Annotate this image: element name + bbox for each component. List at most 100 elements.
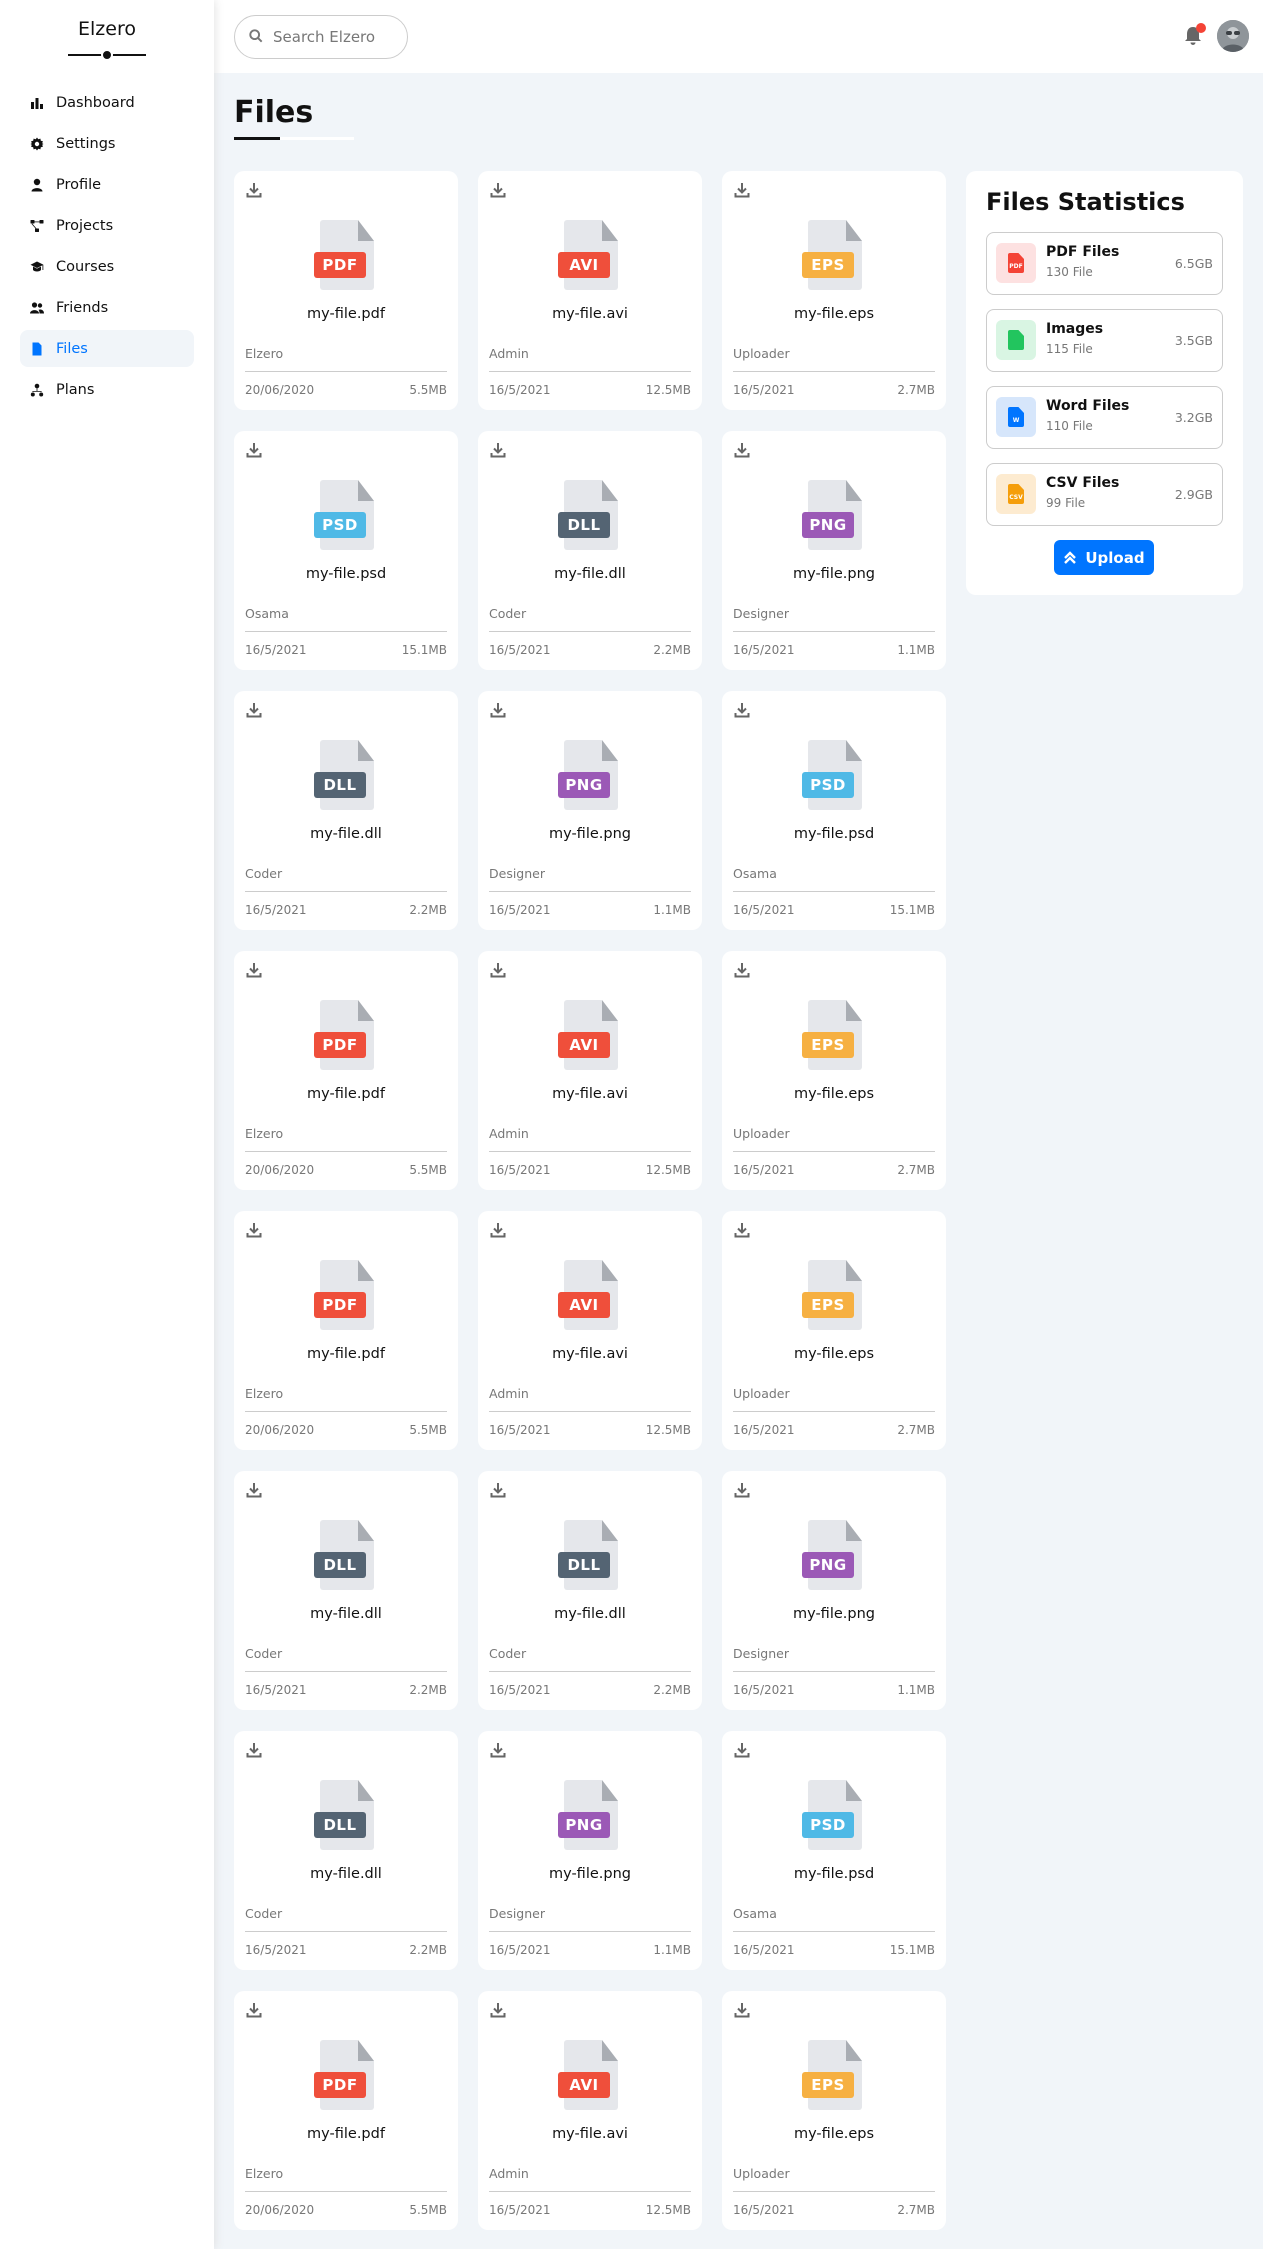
file-type-icon: PDF [314,1000,374,1070]
file-card[interactable]: EPS my-file.eps Uploader 16/5/2021 2.7MB [722,1991,946,2230]
card-divider [245,631,447,632]
download-icon[interactable] [246,442,262,458]
file-extension-badge: PNG [558,772,610,798]
download-icon[interactable] [734,962,750,978]
file-card[interactable]: DLL my-file.dll Coder 16/5/2021 2.2MB [234,1471,458,1710]
sidebar-item-settings[interactable]: Settings [20,125,194,162]
sidebar-item-plans[interactable]: Plans [20,371,194,408]
download-icon[interactable] [246,1742,262,1758]
upload-button[interactable]: Upload [1054,540,1154,575]
file-card[interactable]: AVI my-file.avi Admin 16/5/2021 12.5MB [478,951,702,1190]
card-divider [489,1411,691,1412]
file-name: my-file.pdf [307,1346,385,1362]
file-card[interactable]: PDF my-file.pdf Elzero 20/06/2020 5.5MB [234,171,458,410]
file-date: 16/5/2021 [489,1683,551,1697]
download-icon[interactable] [734,1222,750,1238]
download-icon[interactable] [490,702,506,718]
file-card[interactable]: EPS my-file.eps Uploader 16/5/2021 2.7MB [722,1211,946,1450]
file-date: 16/5/2021 [489,1163,551,1177]
download-icon[interactable] [734,1742,750,1758]
sidebar-item-label: Plans [56,381,95,398]
file-card[interactable]: EPS my-file.eps Uploader 16/5/2021 2.7MB [722,171,946,410]
file-card[interactable]: PDF my-file.pdf Elzero 20/06/2020 5.5MB [234,1991,458,2230]
file-extension-badge: EPS [802,1032,854,1058]
file-card[interactable]: DLL my-file.dll Coder 16/5/2021 2.2MB [478,1471,702,1710]
file-size: 2.2MB [653,1683,691,1697]
download-icon[interactable] [734,182,750,198]
sidebar-item-dashboard[interactable]: Dashboard [20,84,194,121]
file-card[interactable]: PSD my-file.psd Osama 16/5/2021 15.1MB [722,1731,946,1970]
avatar[interactable] [1217,20,1249,52]
file-card[interactable]: PDF my-file.pdf Elzero 20/06/2020 5.5MB [234,1211,458,1450]
file-card[interactable]: PNG my-file.png Designer 16/5/2021 1.1MB [478,691,702,930]
file-extension-badge: PDF [314,1032,366,1058]
file-extension-badge: PSD [802,1812,854,1838]
file-type-icon: AVI [558,1260,618,1330]
file-card[interactable]: PNG my-file.png Designer 16/5/2021 1.1MB [722,1471,946,1710]
notification-bell-icon[interactable] [1184,23,1206,46]
sidebar-item-friends[interactable]: Friends [20,289,194,326]
file-card[interactable]: AVI my-file.avi Admin 16/5/2021 12.5MB [478,171,702,410]
download-icon[interactable] [490,1222,506,1238]
download-icon[interactable] [246,182,262,198]
download-icon[interactable] [490,182,506,198]
file-owner: Uploader [733,1126,790,1141]
file-name: my-file.eps [793,1086,875,1102]
download-icon[interactable] [490,1742,506,1758]
sidebar-item-label: Courses [56,258,115,275]
file-card[interactable]: PSD my-file.psd Osama 16/5/2021 15.1MB [722,691,946,930]
file-name: my-file.dll [554,1606,626,1622]
file-card[interactable]: EPS my-file.eps Uploader 16/5/2021 2.7MB [722,951,946,1190]
file-type-icon: AVI [558,220,618,290]
file-owner: Admin [489,1386,529,1401]
file-card[interactable]: PNG my-file.png Designer 16/5/2021 1.1MB [722,431,946,670]
file-card[interactable]: PNG my-file.png Designer 16/5/2021 1.1MB [478,1731,702,1970]
sidebar-item-profile[interactable]: Profile [20,166,194,203]
download-icon[interactable] [490,442,506,458]
download-icon[interactable] [734,702,750,718]
file-owner: Coder [245,1906,283,1921]
file-name: my-file.dll [310,1606,382,1622]
download-icon[interactable] [734,2002,750,2018]
file-date: 16/5/2021 [733,2203,795,2217]
sidebar-item-courses[interactable]: Courses [20,248,194,285]
download-icon[interactable] [490,1482,506,1498]
file-card[interactable]: PSD my-file.psd Osama 16/5/2021 15.1MB [234,431,458,670]
card-divider [245,1671,447,1672]
sidebar-item-label: Dashboard [56,94,135,111]
file-type-icon: DLL [558,480,618,550]
download-icon[interactable] [490,2002,506,2018]
file-size: 2.2MB [409,903,447,917]
brand-underline [68,48,146,62]
card-divider [733,1931,935,1932]
file-size: 2.2MB [409,1683,447,1697]
file-card[interactable]: AVI my-file.avi Admin 16/5/2021 12.5MB [478,1991,702,2230]
download-icon[interactable] [734,1482,750,1498]
file-card[interactable]: PDF my-file.pdf Elzero 20/06/2020 5.5MB [234,951,458,1190]
search-input[interactable] [273,28,403,46]
sidebar-item-files[interactable]: Files [20,330,194,367]
search-icon [249,28,263,47]
download-icon[interactable] [246,702,262,718]
file-card[interactable]: DLL my-file.dll Coder 16/5/2021 2.2MB [478,431,702,670]
stats-title: Files Statistics [986,188,1185,216]
card-divider [489,1671,691,1672]
angles-up-icon [1064,550,1077,564]
page-title-underline [234,137,354,140]
file-card[interactable]: DLL my-file.dll Coder 16/5/2021 2.2MB [234,1731,458,1970]
sidebar-item-projects[interactable]: Projects [20,207,194,244]
file-size: 2.7MB [897,383,935,397]
download-icon[interactable] [246,2002,262,2018]
search-box[interactable] [234,15,408,59]
download-icon[interactable] [246,1222,262,1238]
file-name: my-file.png [549,1866,631,1882]
file-card[interactable]: AVI my-file.avi Admin 16/5/2021 12.5MB [478,1211,702,1450]
file-card[interactable]: DLL my-file.dll Coder 16/5/2021 2.2MB [234,691,458,930]
download-icon[interactable] [490,962,506,978]
file-extension-badge: PSD [802,772,854,798]
download-icon[interactable] [246,1482,262,1498]
file-date: 16/5/2021 [489,643,551,657]
download-icon[interactable] [246,962,262,978]
download-icon[interactable] [734,442,750,458]
diagram-project-icon [30,219,44,233]
